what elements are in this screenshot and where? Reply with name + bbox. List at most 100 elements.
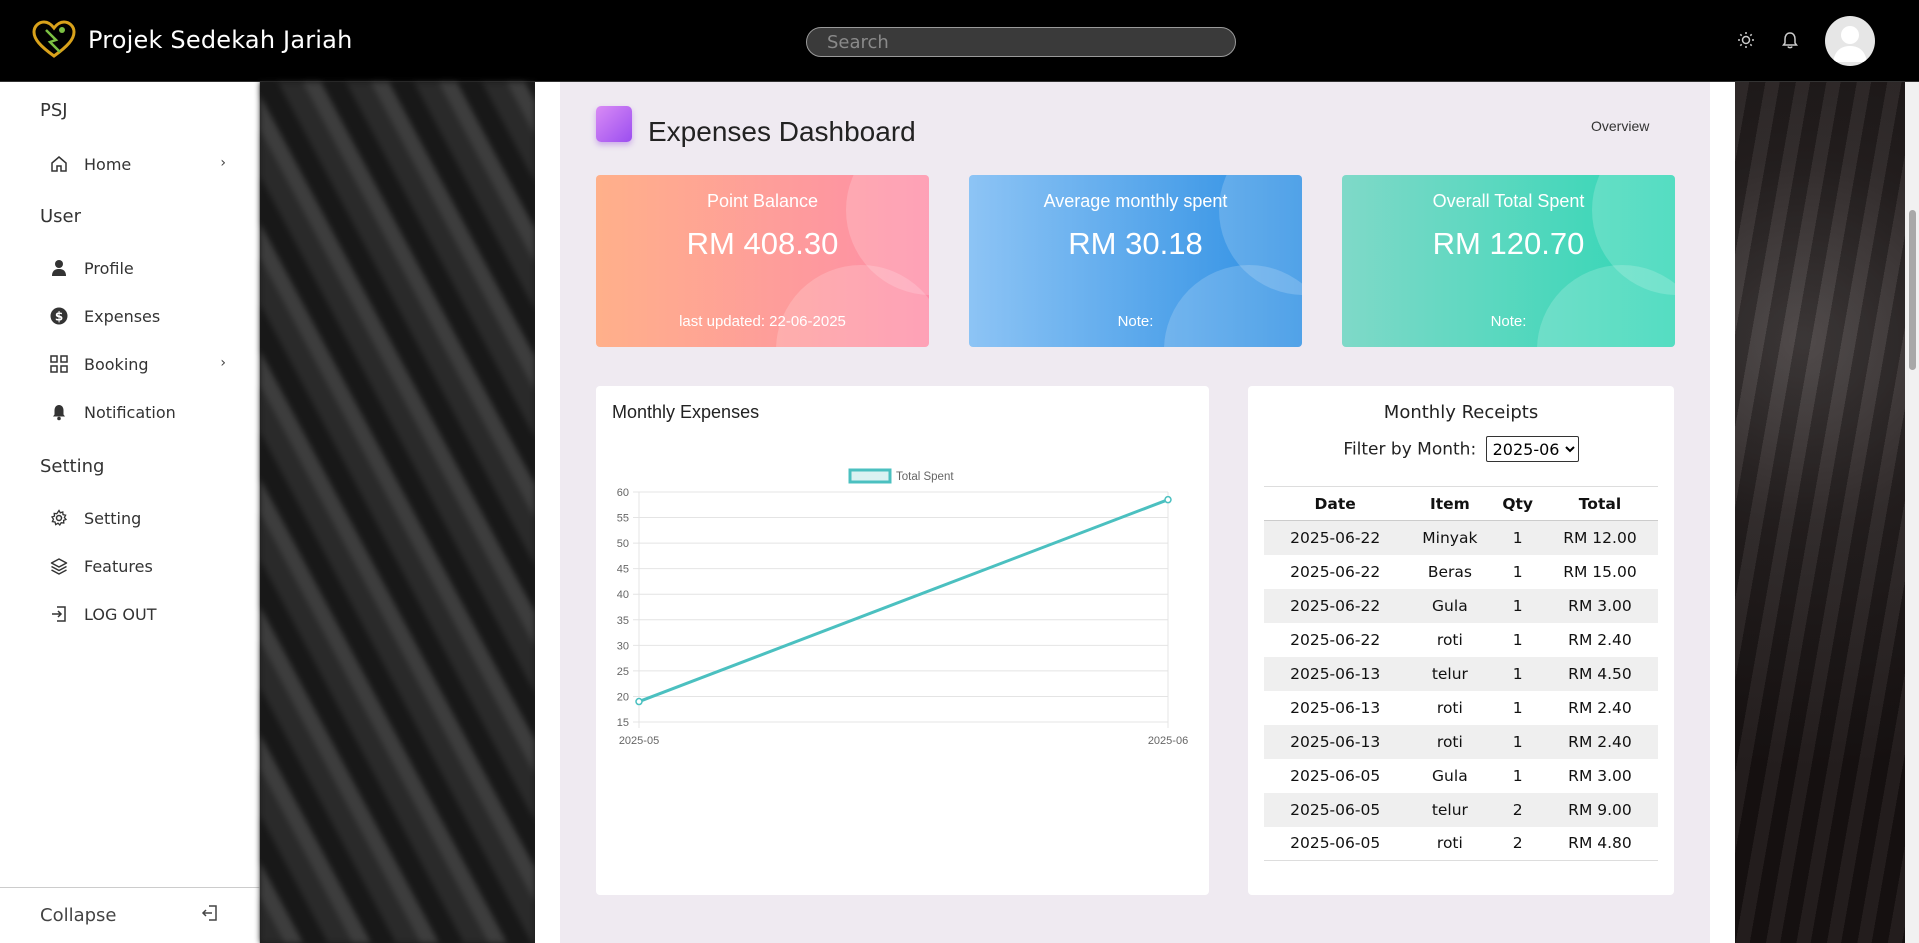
table-cell: telur [1406, 656, 1494, 691]
sidebar-item-label: Booking [84, 354, 149, 374]
table-cell: RM 9.00 [1541, 792, 1658, 827]
data-point [635, 697, 643, 706]
collapse-icon [201, 905, 217, 921]
section-title-psj: PSJ [40, 100, 68, 121]
card-title: Point Balance [706, 191, 819, 211]
brand[interactable]: Projek Sedekah Jariah [32, 20, 353, 60]
y-tick-label: 25 [617, 666, 629, 678]
sidebar-item-expenses[interactable]: $ Expenses [48, 300, 238, 332]
table-row: 2025-06-22 roti 1 RM 2.40 [1264, 623, 1658, 657]
average-monthly-spent-card: Average monthly spent RM 30.18 Note: [969, 175, 1302, 347]
y-tick-label: 60 [617, 487, 629, 499]
page-title: Expenses Dashboard [648, 116, 916, 147]
table-cell: RM 2.40 [1568, 630, 1632, 649]
sidebar-item-label: Profile [84, 258, 134, 278]
table-row: 2025-06-05 Gula 1 RM 3.00 [1264, 759, 1658, 793]
gear-icon [48, 507, 70, 529]
sun-icon[interactable] [1736, 30, 1756, 50]
table-cell: 1 [1493, 724, 1542, 759]
dollar-circle-icon: $ [48, 305, 70, 327]
table-cell: RM 2.40 [1541, 724, 1658, 759]
sidebar-item-label: Setting [84, 508, 142, 528]
sidebar-item-booking[interactable]: Booking › [48, 348, 238, 380]
table-cell: RM 3.00 [1568, 766, 1632, 785]
table-cell: 1 [1512, 630, 1523, 649]
table-cell: 2 [1493, 826, 1542, 861]
search-input[interactable] [806, 27, 1236, 57]
grid-icon [48, 353, 70, 375]
y-tick-label: 55 [617, 513, 629, 525]
table-cell: 1 [1493, 588, 1542, 623]
logout-icon [48, 603, 70, 625]
table-cell: 1 [1512, 766, 1523, 785]
card-title: Average monthly spent [1043, 191, 1228, 211]
card-decoration [776, 265, 929, 347]
top-navbar: Projek Sedekah Jariah [0, 0, 1919, 82]
chevron-right-icon: › [220, 155, 226, 171]
legend-label: Total Spent [896, 471, 954, 483]
y-tick-label: 30 [617, 640, 629, 652]
table-cell: 1 [1512, 698, 1523, 717]
point-balance-card: Point Balance RM 408.30 last updated: 22… [596, 175, 929, 347]
sidebar-item-label: Features [84, 556, 153, 576]
chevron-right-icon: › [220, 355, 226, 371]
sidebar-item-notification[interactable]: Notification [48, 396, 238, 428]
sidebar-item-label: LOG OUT [84, 604, 157, 624]
sidebar-item-features[interactable]: Features [48, 550, 238, 582]
layers-icon [48, 555, 70, 577]
table-cell: 1 [1493, 520, 1542, 555]
card-title: Overall Total Spent [1432, 191, 1585, 211]
table-cell: 1 [1493, 656, 1542, 691]
y-tick-label: 45 [617, 564, 629, 576]
app-name: Projek Sedekah Jariah [88, 26, 353, 54]
table-cell: roti [1436, 698, 1463, 717]
table-cell: RM 12.00 [1541, 520, 1658, 555]
sidebar-item-label: Home [84, 154, 132, 174]
filter-label: Filter by Month: [1343, 439, 1477, 460]
home-icon [48, 153, 70, 175]
sidebar-item-home[interactable]: Home › [48, 148, 238, 180]
collapse-button[interactable]: Collapse [0, 887, 260, 943]
x-tick-label: 2025-06 [1148, 735, 1188, 747]
table-cell: roti [1406, 724, 1494, 759]
bell-icon[interactable] [1780, 30, 1800, 50]
table-cell: RM 2.40 [1568, 698, 1632, 717]
table-cell: 2025-06-13 [1264, 656, 1407, 691]
table-cell: 2025-06-22 [1264, 520, 1407, 555]
svg-text:$: $ [55, 310, 63, 324]
table-cell: 2025-06-13 [1264, 724, 1407, 759]
table-cell: 2025-06-05 [1264, 826, 1407, 861]
table-cell: 2025-06-05 [1264, 792, 1407, 827]
month-select[interactable]: 2025-06 [1485, 436, 1579, 462]
table-cell: 1 [1512, 562, 1523, 581]
table-cell: Minyak [1406, 520, 1494, 555]
sidebar-item-setting[interactable]: Setting [48, 502, 238, 534]
sidebar-item-logout[interactable]: LOG OUT [48, 598, 238, 630]
y-tick-label: 20 [617, 691, 629, 703]
table-cell: 2025-06-05 [1290, 766, 1381, 785]
card-value: RM 120.70 [1432, 226, 1585, 261]
receipts-table: Date Item Qty Total 2025-06-22 Minyak 1 RM 12.… [1264, 486, 1658, 861]
receipts-title: Monthly Receipts [1383, 402, 1539, 423]
scrollbar-thumb[interactable] [1909, 210, 1916, 370]
background-image-right [1735, 82, 1905, 943]
user-icon [48, 257, 70, 279]
user-avatar-icon[interactable] [1825, 16, 1875, 66]
column-header: Qty [1493, 486, 1542, 521]
y-tick-label: 35 [617, 615, 629, 627]
sidebar-item-profile[interactable]: Profile [48, 252, 238, 284]
table-cell: RM 4.50 [1541, 656, 1658, 691]
dashboard-icon [596, 106, 632, 142]
table-row: 2025-06-13 telur 1 RM 4.50 [1264, 656, 1658, 691]
table-cell: Gula [1406, 588, 1494, 623]
bell-icon [48, 401, 70, 423]
column-header: Total [1541, 486, 1658, 521]
column-header: Date [1264, 486, 1407, 521]
table-cell: RM 4.80 [1541, 826, 1658, 861]
month-filter: Filter by Month: 2025-06 [1248, 436, 1674, 462]
overview-link[interactable]: Overview [1591, 118, 1649, 134]
sidebar-item-label: Expenses [84, 306, 161, 326]
x-tick-label: 2025-05 [619, 735, 659, 747]
data-point [1164, 495, 1172, 504]
table-cell: Gula [1432, 766, 1468, 785]
